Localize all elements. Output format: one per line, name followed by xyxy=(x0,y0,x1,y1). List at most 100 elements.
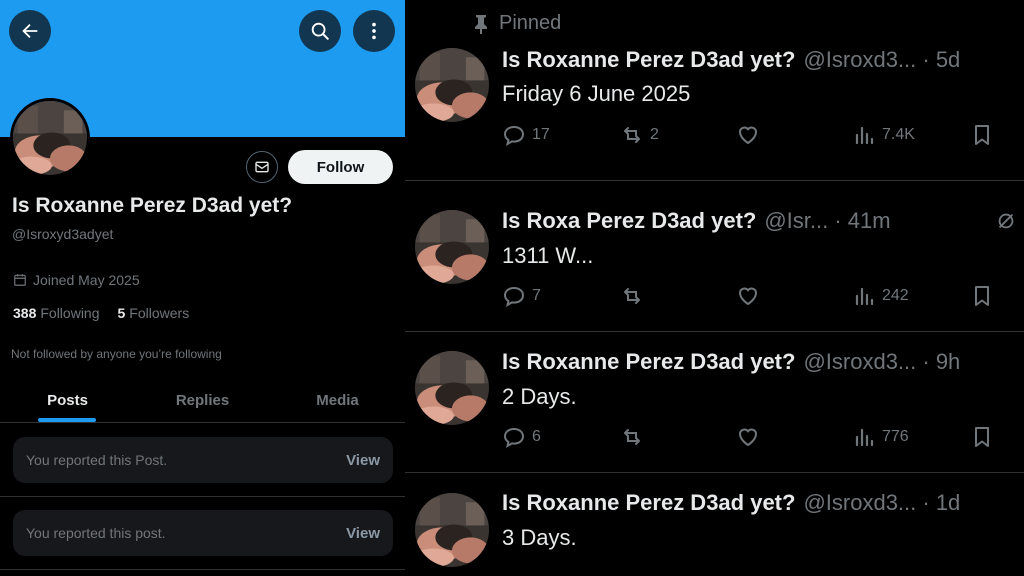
post-text: 1311 W... xyxy=(502,243,594,268)
reply-button[interactable]: 7 xyxy=(502,284,541,308)
bookmark-button[interactable] xyxy=(970,425,994,449)
post-text: 3 Days. xyxy=(502,525,577,550)
post-avatar[interactable] xyxy=(415,493,489,567)
post-header: Is Roxa Perez D3ad yet? @Isr... · 41m xyxy=(502,208,891,234)
tab-media-label: Media xyxy=(316,391,359,409)
followers-label: Followers xyxy=(129,305,190,321)
reported-post-notice: You reported this post. View xyxy=(13,510,393,556)
message-button[interactable] xyxy=(246,151,278,183)
reported-message: You reported this Post. xyxy=(26,452,168,468)
post-author-name[interactable]: Is Roxanne Perez D3ad yet? xyxy=(502,349,795,375)
post-avatar[interactable] xyxy=(415,351,489,425)
repost-icon xyxy=(624,127,640,143)
like-button[interactable] xyxy=(736,425,760,449)
bookmark-icon xyxy=(975,286,989,306)
view-button[interactable]: View xyxy=(346,525,380,542)
views-button[interactable]: 7.4K xyxy=(852,123,915,147)
search-icon xyxy=(311,22,329,40)
following-label: Following xyxy=(40,305,100,321)
reply-icon xyxy=(503,125,525,147)
joined-label: Joined May 2025 xyxy=(33,272,140,288)
view-count: 7.4K xyxy=(882,126,915,143)
active-tab-indicator xyxy=(38,418,96,422)
divider xyxy=(405,472,1024,473)
repost-button[interactable] xyxy=(620,425,644,449)
post-meta: @Isr... · 41m xyxy=(764,208,891,233)
post-actions: 6 776 xyxy=(502,425,1002,451)
post-meta: @Isroxd3... · 9h xyxy=(803,349,961,374)
followers-count: 5 xyxy=(117,305,126,321)
more-vertical-icon xyxy=(372,22,376,40)
like-button[interactable] xyxy=(736,123,760,147)
views-button[interactable]: 242 xyxy=(852,284,909,308)
heart-icon xyxy=(738,126,758,145)
more-button[interactable] xyxy=(353,10,395,52)
follow-button[interactable]: Follow xyxy=(288,150,393,184)
views-button[interactable]: 776 xyxy=(852,425,909,449)
mute-icon[interactable] xyxy=(995,210,1017,232)
heart-icon xyxy=(738,287,758,306)
profile-handle: @Isroxyd3adyet xyxy=(12,226,114,242)
followers-link[interactable]: 5 Followers xyxy=(118,305,190,321)
profile-panel: Follow Is Roxanne Perez D3ad yet? @Isrox… xyxy=(0,0,405,576)
repost-button[interactable]: 2 xyxy=(620,123,659,147)
tab-replies-label: Replies xyxy=(175,391,230,409)
reply-count: 7 xyxy=(532,287,541,304)
not-followed-text: Not followed by anyone you’re following xyxy=(11,347,222,361)
reply-icon xyxy=(503,427,525,449)
views-icon xyxy=(855,428,874,447)
post-author-name[interactable]: Is Roxa Perez D3ad yet? xyxy=(502,208,756,234)
following-count: 388 xyxy=(13,305,37,321)
bookmark-icon xyxy=(975,125,989,145)
avatar[interactable] xyxy=(10,98,90,178)
reported-message: You reported this post. xyxy=(26,525,166,541)
reported-post-notice: You reported this Post. View xyxy=(13,437,393,483)
divider xyxy=(405,180,1024,181)
post-meta: @Isroxd3... · 5d xyxy=(803,47,961,72)
post-text: Friday 6 June 2025 xyxy=(502,81,691,106)
arrow-left-icon xyxy=(22,23,38,39)
bookmark-button[interactable] xyxy=(970,123,994,147)
repost-button[interactable] xyxy=(620,284,644,308)
timeline-panel: Pinned Is Roxanne Perez D3ad yet? @Isrox… xyxy=(405,0,1024,576)
calendar-icon xyxy=(14,274,26,286)
reply-button[interactable]: 17 xyxy=(502,123,550,147)
view-button[interactable]: View xyxy=(346,452,380,469)
following-link[interactable]: 388 Following xyxy=(13,305,100,321)
reply-icon xyxy=(503,286,525,308)
post-text: 2 Days. xyxy=(502,384,577,409)
back-button[interactable] xyxy=(9,10,51,52)
post-avatar[interactable] xyxy=(415,210,489,284)
tab-replies[interactable]: Replies xyxy=(135,378,270,422)
profile-display-name: Is Roxanne Perez D3ad yet? xyxy=(12,194,293,217)
views-icon xyxy=(855,287,874,306)
view-count: 776 xyxy=(882,428,909,445)
bookmark-button[interactable] xyxy=(970,284,994,308)
tab-posts[interactable]: Posts xyxy=(0,378,135,422)
pin-icon xyxy=(475,14,487,34)
post-header: Is Roxanne Perez D3ad yet? @Isroxd3... ·… xyxy=(502,490,960,516)
post-actions: 17 2 7.4K xyxy=(502,123,1002,149)
post-header: Is Roxanne Perez D3ad yet? @Isroxd3... ·… xyxy=(502,47,960,73)
pinned-text: Pinned xyxy=(499,12,562,34)
tab-media[interactable]: Media xyxy=(270,378,405,422)
divider xyxy=(405,331,1024,332)
post-meta: @Isroxd3... · 1d xyxy=(803,490,961,515)
joined-date: Joined May 2025 xyxy=(13,272,140,288)
tab-posts-label: Posts xyxy=(47,391,88,409)
post-author-name[interactable]: Is Roxanne Perez D3ad yet? xyxy=(502,47,795,73)
divider xyxy=(0,569,405,570)
reply-button[interactable]: 6 xyxy=(502,425,541,449)
post-author-name[interactable]: Is Roxanne Perez D3ad yet? xyxy=(502,490,795,516)
redaction xyxy=(595,240,935,270)
reply-count: 6 xyxy=(532,428,541,445)
envelope-icon xyxy=(255,161,269,173)
view-count: 242 xyxy=(882,287,909,304)
search-button[interactable] xyxy=(299,10,341,52)
profile-tabs: Posts Replies Media xyxy=(0,378,405,423)
like-button[interactable] xyxy=(736,284,760,308)
pinned-label: Pinned xyxy=(473,12,561,35)
post-avatar[interactable] xyxy=(415,48,489,122)
reply-count: 17 xyxy=(532,126,550,143)
post-actions: 7 242 xyxy=(502,284,1002,310)
